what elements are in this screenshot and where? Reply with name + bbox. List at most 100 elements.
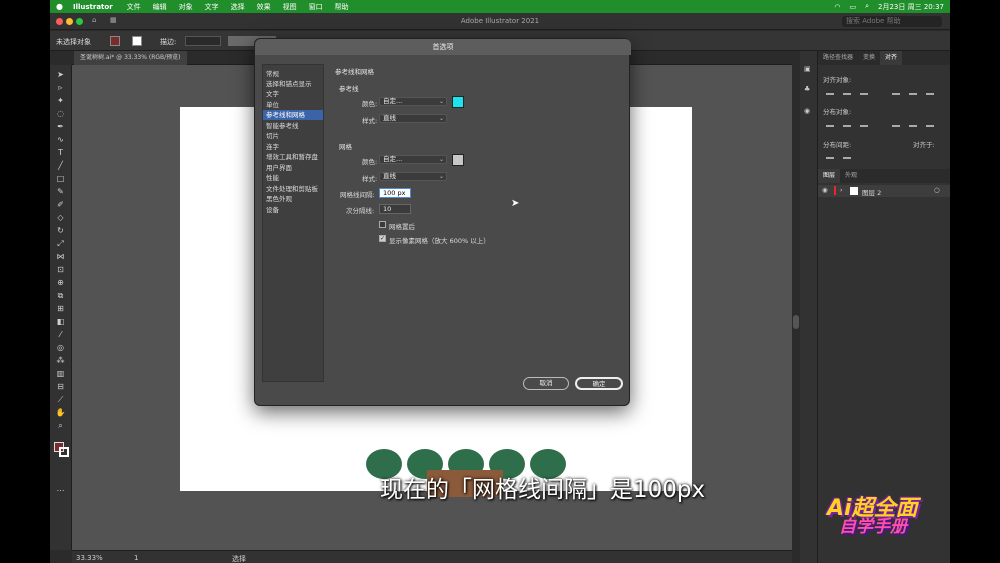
- tab-pathfinder[interactable]: 路径查找器: [818, 51, 858, 65]
- distribute-hspace-icon[interactable]: [843, 151, 851, 159]
- fill-swatch[interactable]: [110, 36, 120, 46]
- symbol-sprayer-tool-icon[interactable]: ⁂: [55, 355, 66, 366]
- paintbrush-tool-icon[interactable]: ✎: [55, 186, 66, 197]
- stroke-swatch[interactable]: [132, 36, 142, 46]
- visibility-eye-icon[interactable]: ◉: [822, 186, 828, 194]
- align-top-icon[interactable]: [892, 87, 900, 95]
- mesh-tool-icon[interactable]: ⊞: [55, 303, 66, 314]
- scale-tool-icon[interactable]: ⤢: [55, 238, 66, 249]
- guides-color-select[interactable]: 自定... ⌄: [379, 97, 447, 106]
- grid-style-select[interactable]: 直线 ⌄: [379, 172, 447, 181]
- current-tool-status[interactable]: 选择: [232, 554, 246, 563]
- gridline-every-input[interactable]: 100 px: [379, 188, 411, 198]
- stroke-weight-input[interactable]: [185, 36, 221, 46]
- help-search-input[interactable]: 搜索 Adobe 帮助: [842, 16, 942, 27]
- menu-select[interactable]: 选择: [231, 2, 245, 12]
- show-pixel-grid-checkbox[interactable]: ✓: [379, 235, 386, 242]
- stroke-color-icon[interactable]: [59, 447, 69, 457]
- search-icon[interactable]: ⌕: [865, 2, 869, 11]
- grid-color-select[interactable]: 自定... ⌄: [379, 155, 447, 164]
- ok-button[interactable]: 确定: [575, 377, 623, 390]
- clock[interactable]: 2月23日 周三 20:37: [878, 2, 944, 12]
- menu-type[interactable]: 文字: [205, 2, 219, 12]
- distribute-left-icon[interactable]: [892, 119, 900, 127]
- align-bottom-icon[interactable]: [926, 87, 934, 95]
- align-hcenter-icon[interactable]: [843, 87, 851, 95]
- category-item-selected[interactable]: 参考线和网格: [263, 110, 323, 120]
- properties-icon[interactable]: ▣: [804, 65, 811, 73]
- eraser-tool-icon[interactable]: ◇: [55, 212, 66, 223]
- category-item[interactable]: 常规: [263, 69, 323, 79]
- slice-tool-icon[interactable]: ⟋: [55, 394, 66, 405]
- gradient-tool-icon[interactable]: ◧: [55, 316, 66, 327]
- category-item[interactable]: 性能: [263, 173, 323, 183]
- tab-appearance[interactable]: 外观: [840, 169, 862, 183]
- wifi-icon[interactable]: ◠: [834, 3, 840, 11]
- guides-color-swatch[interactable]: [452, 96, 464, 108]
- category-item[interactable]: 智能参考线: [263, 121, 323, 131]
- category-item[interactable]: 黑色外观: [263, 194, 323, 204]
- artboard-number[interactable]: 1: [134, 554, 138, 562]
- artboard-tool-icon[interactable]: ⊟: [55, 381, 66, 392]
- perspective-grid-tool-icon[interactable]: ⧉: [55, 290, 66, 301]
- expand-layer-icon[interactable]: ›: [840, 186, 843, 194]
- tab-transform[interactable]: 变换: [858, 51, 880, 65]
- type-tool-icon[interactable]: T: [55, 147, 66, 158]
- line-tool-icon[interactable]: ╱: [55, 160, 66, 171]
- rotate-tool-icon[interactable]: ↻: [55, 225, 66, 236]
- category-item[interactable]: 文字: [263, 89, 323, 99]
- cancel-button[interactable]: 取消: [523, 377, 569, 390]
- tab-layers[interactable]: 图层: [818, 169, 841, 183]
- align-right-icon[interactable]: [860, 87, 868, 95]
- category-item[interactable]: 设备: [263, 205, 323, 215]
- category-item[interactable]: 切片: [263, 131, 323, 141]
- app-name[interactable]: Illustrator: [73, 3, 113, 11]
- menu-edit[interactable]: 编辑: [153, 2, 167, 12]
- menu-object[interactable]: 对象: [179, 2, 193, 12]
- distribute-bottom-icon[interactable]: [860, 119, 868, 127]
- zoom-level[interactable]: 33.33%: [76, 554, 103, 562]
- distribute-vcenter-icon[interactable]: [843, 119, 851, 127]
- more-tools-icon[interactable]: ⋯: [55, 485, 66, 496]
- libraries-icon[interactable]: ♣: [804, 85, 810, 93]
- subdivisions-input[interactable]: 10: [379, 204, 411, 214]
- free-transform-tool-icon[interactable]: ⊡: [55, 264, 66, 275]
- distribute-right-icon[interactable]: [926, 119, 934, 127]
- vertical-scrollbar[interactable]: [792, 65, 800, 550]
- pen-tool-icon[interactable]: ✒: [55, 121, 66, 132]
- category-item[interactable]: 单位: [263, 100, 323, 110]
- category-item[interactable]: 连字: [263, 142, 323, 152]
- zoom-tool-icon[interactable]: ⌕: [55, 420, 66, 431]
- direct-selection-tool-icon[interactable]: ▹: [55, 82, 66, 93]
- selection-tool-icon[interactable]: ➤: [55, 69, 66, 80]
- distribute-vspace-icon[interactable]: [826, 151, 834, 159]
- curvature-tool-icon[interactable]: ∿: [55, 134, 66, 145]
- align-left-icon[interactable]: [826, 87, 834, 95]
- menu-effect[interactable]: 效果: [257, 2, 271, 12]
- layer-row[interactable]: ◉ › 图层 2 ○: [818, 185, 950, 197]
- tab-align[interactable]: 对齐: [880, 51, 903, 65]
- align-vcenter-icon[interactable]: [909, 87, 917, 95]
- menu-window[interactable]: 窗口: [309, 2, 323, 12]
- battery-icon[interactable]: ▭: [849, 3, 856, 11]
- distribute-hcenter-icon[interactable]: [909, 119, 917, 127]
- graph-tool-icon[interactable]: ▥: [55, 368, 66, 379]
- menu-file[interactable]: 文件: [127, 2, 141, 12]
- hand-tool-icon[interactable]: ✋: [55, 407, 66, 418]
- guides-style-select[interactable]: 直线 ⌄: [379, 114, 447, 123]
- lasso-tool-icon[interactable]: ◌: [55, 108, 66, 119]
- shaper-tool-icon[interactable]: ✐: [55, 199, 66, 210]
- width-tool-icon[interactable]: ⋈: [55, 251, 66, 262]
- category-item[interactable]: 选择和锚点显示: [263, 79, 323, 89]
- rectangle-tool-icon[interactable]: □: [55, 173, 66, 184]
- menu-help[interactable]: 帮助: [335, 2, 349, 12]
- menu-view[interactable]: 视图: [283, 2, 297, 12]
- document-tab[interactable]: 圣诞树树.ai* @ 33.33% (RGB/预览): [74, 51, 187, 65]
- category-item[interactable]: 用户界面: [263, 163, 323, 173]
- category-item[interactable]: 增效工具和暂存盘: [263, 152, 323, 162]
- grids-in-back-checkbox[interactable]: [379, 221, 386, 228]
- eyedropper-tool-icon[interactable]: ⁄: [55, 329, 66, 340]
- layer-name[interactable]: 图层 2: [862, 187, 881, 197]
- magic-wand-tool-icon[interactable]: ✦: [55, 95, 66, 106]
- appearance-icon[interactable]: ◉: [804, 107, 810, 115]
